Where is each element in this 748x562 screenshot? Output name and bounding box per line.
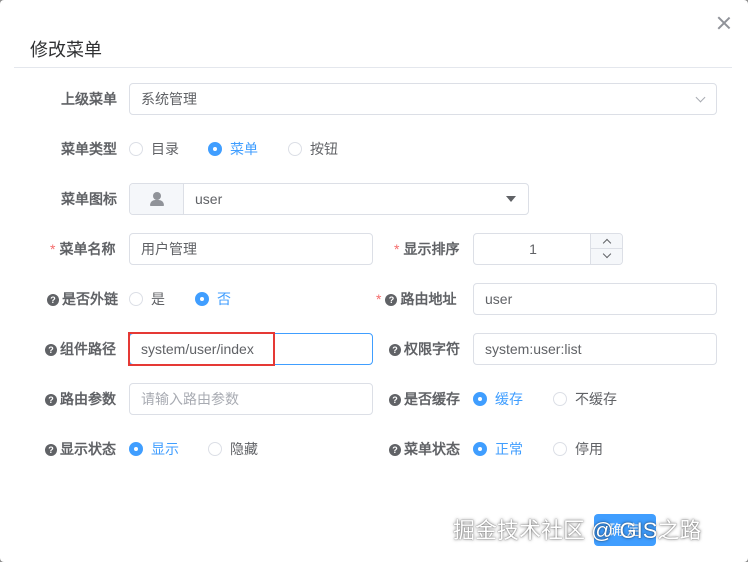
user-icon [150, 192, 164, 206]
component-path-label-text: 组件路径 [60, 341, 116, 357]
chevron-down-icon[interactable] [591, 249, 622, 264]
question-icon[interactable]: ? [45, 344, 57, 356]
menu-name-label-text: 菜单名称 [59, 241, 116, 257]
menu-name-label: * 菜单名称 [50, 239, 115, 259]
component-path-label: ? 组件路径 [45, 339, 116, 359]
question-icon[interactable]: ? [389, 344, 401, 356]
visible-label: ? 显示状态 [45, 439, 116, 459]
radio-label: 停用 [575, 441, 603, 457]
stepper-controls [590, 234, 622, 264]
visible-label-text: 显示状态 [60, 441, 116, 457]
menu-type-radio-directory[interactable]: 目录 [129, 139, 179, 159]
radio-circle-checked [473, 392, 487, 406]
is-cache-radio-no-cache[interactable]: 不缓存 [553, 389, 617, 409]
question-icon[interactable]: ? [385, 294, 398, 306]
permission-label-text: 权限字符 [404, 341, 460, 357]
is-cache-radio-cache[interactable]: 缓存 [473, 389, 523, 409]
radio-label: 隐藏 [230, 441, 258, 457]
radio-circle [553, 442, 567, 456]
visible-radio-show[interactable]: 显示 [129, 439, 179, 459]
radio-circle-checked [195, 292, 209, 306]
required-asterisk: * [394, 241, 400, 257]
status-label: ? 菜单状态 [389, 439, 460, 459]
radio-circle-checked [208, 142, 222, 156]
radio-label: 显示 [151, 441, 179, 457]
parent-menu-value: 系统管理 [141, 91, 197, 107]
display-order-stepper[interactable]: 1 [473, 233, 623, 265]
status-label-text: 菜单状态 [404, 441, 460, 457]
is-external-radio-yes[interactable]: 是 [129, 289, 165, 309]
question-icon[interactable]: ? [389, 444, 401, 456]
radio-circle [129, 142, 143, 156]
question-icon[interactable]: ? [47, 294, 59, 306]
radio-label: 缓存 [495, 391, 523, 407]
display-order-label-text: 显示排序 [403, 241, 460, 257]
display-order-label: * 显示排序 [394, 239, 459, 259]
permission-label: ? 权限字符 [389, 339, 460, 359]
question-icon[interactable]: ? [45, 444, 57, 456]
radio-label: 正常 [495, 441, 523, 457]
radio-label: 是 [151, 291, 165, 307]
required-asterisk: * [376, 291, 382, 307]
chevron-up-icon[interactable] [591, 234, 622, 249]
menu-type-radio-menu[interactable]: 菜单 [208, 139, 258, 159]
chevron-down-icon [695, 92, 706, 103]
status-radio-disabled[interactable]: 停用 [553, 439, 603, 459]
menu-icon-value: user [195, 191, 223, 207]
edit-menu-dialog: 修改菜单 上级菜单 系统管理 菜单类型 目录 菜单 按钮 菜单图标 user *… [0, 0, 748, 562]
menu-name-input[interactable]: 用户管理 [129, 233, 373, 265]
required-asterisk: * [50, 241, 56, 257]
status-radio-normal[interactable]: 正常 [473, 439, 523, 459]
visible-radio-hide[interactable]: 隐藏 [208, 439, 258, 459]
is-external-radio-no[interactable]: 否 [195, 289, 231, 309]
question-icon[interactable]: ? [389, 394, 401, 406]
radio-label: 菜单 [230, 141, 258, 157]
menu-type-radio-button[interactable]: 按钮 [288, 139, 338, 159]
menu-icon-select[interactable]: user [129, 183, 529, 215]
menu-type-label: 菜单类型 [61, 141, 117, 157]
is-external-label-text: 是否外链 [62, 291, 118, 307]
radio-circle-checked [129, 442, 143, 456]
radio-circle [553, 392, 567, 406]
route-params-label: ? 路由参数 [45, 389, 116, 409]
radio-label: 按钮 [310, 141, 338, 157]
radio-circle [288, 142, 302, 156]
caret-down-icon [506, 196, 516, 202]
icon-preview [130, 184, 184, 214]
is-cache-label: ? 是否缓存 [389, 389, 460, 409]
menu-icon-label: 菜单图标 [61, 191, 117, 207]
route-path-label: *? 路由地址 [376, 289, 456, 309]
radio-circle [129, 292, 143, 306]
radio-label: 否 [217, 291, 231, 307]
close-icon[interactable] [717, 16, 731, 30]
dialog-title: 修改菜单 [30, 40, 102, 60]
watermark: 掘金技术社区 @ GIS之路 [453, 518, 702, 543]
route-path-input[interactable]: user [473, 283, 717, 315]
question-icon[interactable]: ? [45, 394, 57, 406]
parent-menu-label: 上级菜单 [61, 91, 117, 107]
highlight-box [128, 332, 275, 366]
permission-input[interactable]: system:user:list [473, 333, 717, 365]
radio-label: 不缓存 [575, 391, 617, 407]
radio-label: 目录 [151, 141, 179, 157]
parent-menu-select[interactable]: 系统管理 [129, 83, 717, 115]
route-params-label-text: 路由参数 [60, 391, 116, 407]
display-order-value[interactable]: 1 [474, 234, 592, 264]
is-cache-label-text: 是否缓存 [404, 391, 460, 407]
is-external-label: ? 是否外链 [47, 289, 118, 309]
route-path-label-text: 路由地址 [400, 291, 457, 307]
radio-circle [208, 442, 222, 456]
header-divider [14, 67, 732, 68]
route-params-input[interactable]: 请输入路由参数 [129, 383, 373, 415]
radio-circle-checked [473, 442, 487, 456]
